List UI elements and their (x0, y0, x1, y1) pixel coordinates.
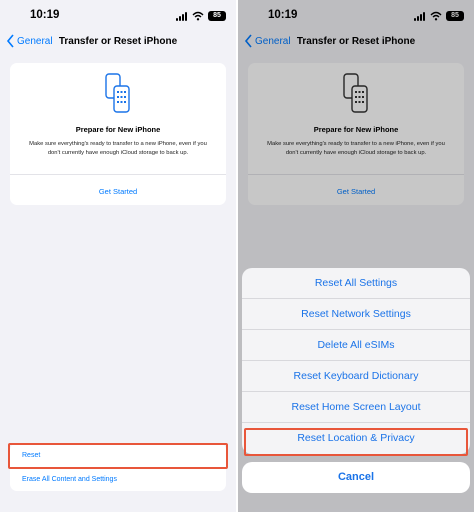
right-screen: 10:19 85 General Transfer or Reset iPhon… (238, 0, 474, 512)
erase-all-content-item[interactable]: Erase All Content and Settings (22, 476, 117, 483)
reset-home-screen-layout-option[interactable]: Reset Home Screen Layout (242, 392, 470, 423)
iphone-transfer-icon (105, 73, 130, 113)
divider (10, 174, 226, 175)
navigation-bar: General Transfer or Reset iPhone (0, 32, 236, 52)
reset-action-sheet: Reset All Settings Reset Network Setting… (242, 268, 470, 454)
card-description: Make sure everything's ready to transfer… (29, 141, 207, 156)
reset-keyboard-dictionary-option[interactable]: Reset Keyboard Dictionary (242, 361, 470, 392)
reset-all-settings-option[interactable]: Reset All Settings (242, 268, 470, 299)
get-started-link[interactable]: Get Started (10, 187, 226, 196)
cellular-signal-icon (176, 12, 188, 21)
battery-icon: 85 (208, 11, 226, 21)
highlight-box (244, 428, 468, 456)
status-time: 10:19 (30, 9, 60, 21)
status-bar: 10:19 85 (0, 6, 236, 26)
cancel-button[interactable]: Cancel (242, 462, 470, 493)
delete-all-esims-option[interactable]: Delete All eSIMs (242, 330, 470, 361)
wifi-icon (192, 11, 204, 21)
highlight-box (8, 443, 228, 469)
card-heading: Prepare for New iPhone (75, 125, 161, 134)
prepare-card: Prepare for New iPhone Make sure everyth… (10, 63, 226, 205)
page-title: Transfer or Reset iPhone (58, 36, 178, 47)
reset-network-settings-option[interactable]: Reset Network Settings (242, 299, 470, 330)
left-screen: 10:19 85 General Transfer or Reset iPhon… (0, 0, 236, 512)
